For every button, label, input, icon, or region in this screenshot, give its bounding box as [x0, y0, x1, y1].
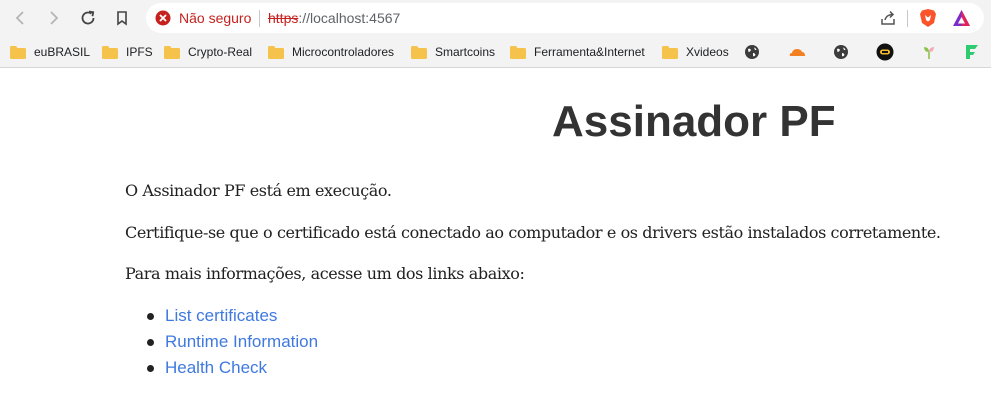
arrow-right-icon	[50, 11, 59, 25]
url-scheme: https	[268, 10, 299, 26]
bookmark-folder[interactable]: Crypto-Real	[164, 44, 252, 60]
bookmark-folder[interactable]: euBRASIL	[10, 44, 90, 60]
arrow-left-icon	[15, 11, 24, 25]
page-title: Assinador PF	[552, 97, 836, 146]
bookmark-label: euBRASIL	[34, 45, 91, 59]
info-paragraph: Para mais informações, acesse um dos lin…	[125, 264, 525, 283]
bullet	[147, 365, 154, 372]
health-check-link[interactable]: Health Check	[165, 358, 267, 377]
security-label[interactable]: Não seguro	[179, 10, 251, 26]
brave-rewards-icon[interactable]	[952, 9, 971, 27]
bookmark-folder[interactable]: IPFS	[102, 44, 153, 60]
list-item: Runtime Information	[147, 331, 318, 357]
folder-icon	[268, 45, 284, 59]
folder-icon	[411, 45, 427, 59]
instructions-paragraph: Certifique-se que o certificado está con…	[125, 223, 941, 242]
folder-icon	[102, 45, 118, 59]
browser-toolbar: Não seguro https://localhost:4567	[0, 0, 991, 36]
bookmarks-bar: euBRASIL IPFS Crypto-Real Microcontrolad…	[0, 36, 991, 68]
bullet	[147, 339, 154, 346]
bookmark-label: Ferramenta&Internet	[534, 45, 645, 59]
brave-shields-icon[interactable]	[919, 8, 937, 28]
folder-icon	[164, 45, 180, 59]
forward-button[interactable]	[42, 6, 66, 30]
divider	[907, 10, 908, 27]
list-certificates-link[interactable]: List certificates	[165, 306, 277, 325]
bookmark-folder[interactable]: Ferramenta&Internet	[510, 44, 645, 60]
folder-icon	[510, 45, 526, 59]
globe-icon[interactable]	[744, 44, 760, 60]
list-item: Health Check	[147, 357, 318, 383]
warning-icon[interactable]	[155, 10, 171, 26]
bookmark-folder[interactable]: Smartcoins	[411, 44, 495, 60]
globe-icon[interactable]	[833, 44, 849, 60]
url-host: ://localhost:4567	[298, 10, 401, 26]
list-item: List certificates	[147, 305, 318, 331]
bullet	[147, 313, 154, 320]
plant-icon[interactable]	[921, 44, 937, 60]
flag-icon[interactable]	[964, 44, 980, 60]
bookmark-label: Crypto-Real	[188, 45, 253, 59]
divider	[259, 10, 260, 27]
bookmark-label: Smartcoins	[435, 45, 496, 59]
coinmarket-icon[interactable]	[876, 43, 894, 61]
share-icon[interactable]	[879, 9, 897, 27]
status-paragraph: O Assinador PF está em execução.	[125, 181, 392, 200]
bookmark-folder[interactable]: Xvideos	[662, 44, 729, 60]
bookmark-label: Microcontroladores	[292, 45, 395, 59]
bookmark-button[interactable]	[110, 6, 134, 30]
cloudflare-icon[interactable]	[787, 44, 807, 60]
folder-icon	[662, 45, 678, 59]
bookmark-icon	[117, 11, 127, 26]
reload-icon	[81, 10, 95, 25]
bookmark-folder[interactable]: Microcontroladores	[268, 44, 394, 60]
address-bar[interactable]: Não seguro https://localhost:4567	[146, 3, 984, 33]
url-text[interactable]: https://localhost:4567	[268, 10, 400, 26]
runtime-information-link[interactable]: Runtime Information	[165, 332, 318, 351]
back-button[interactable]	[8, 6, 32, 30]
bookmark-label: Xvideos	[686, 45, 729, 59]
bookmark-label: IPFS	[126, 45, 153, 59]
reload-button[interactable]	[76, 6, 100, 30]
folder-icon	[10, 45, 26, 59]
links-list: List certificates Runtime Information He…	[147, 305, 318, 383]
